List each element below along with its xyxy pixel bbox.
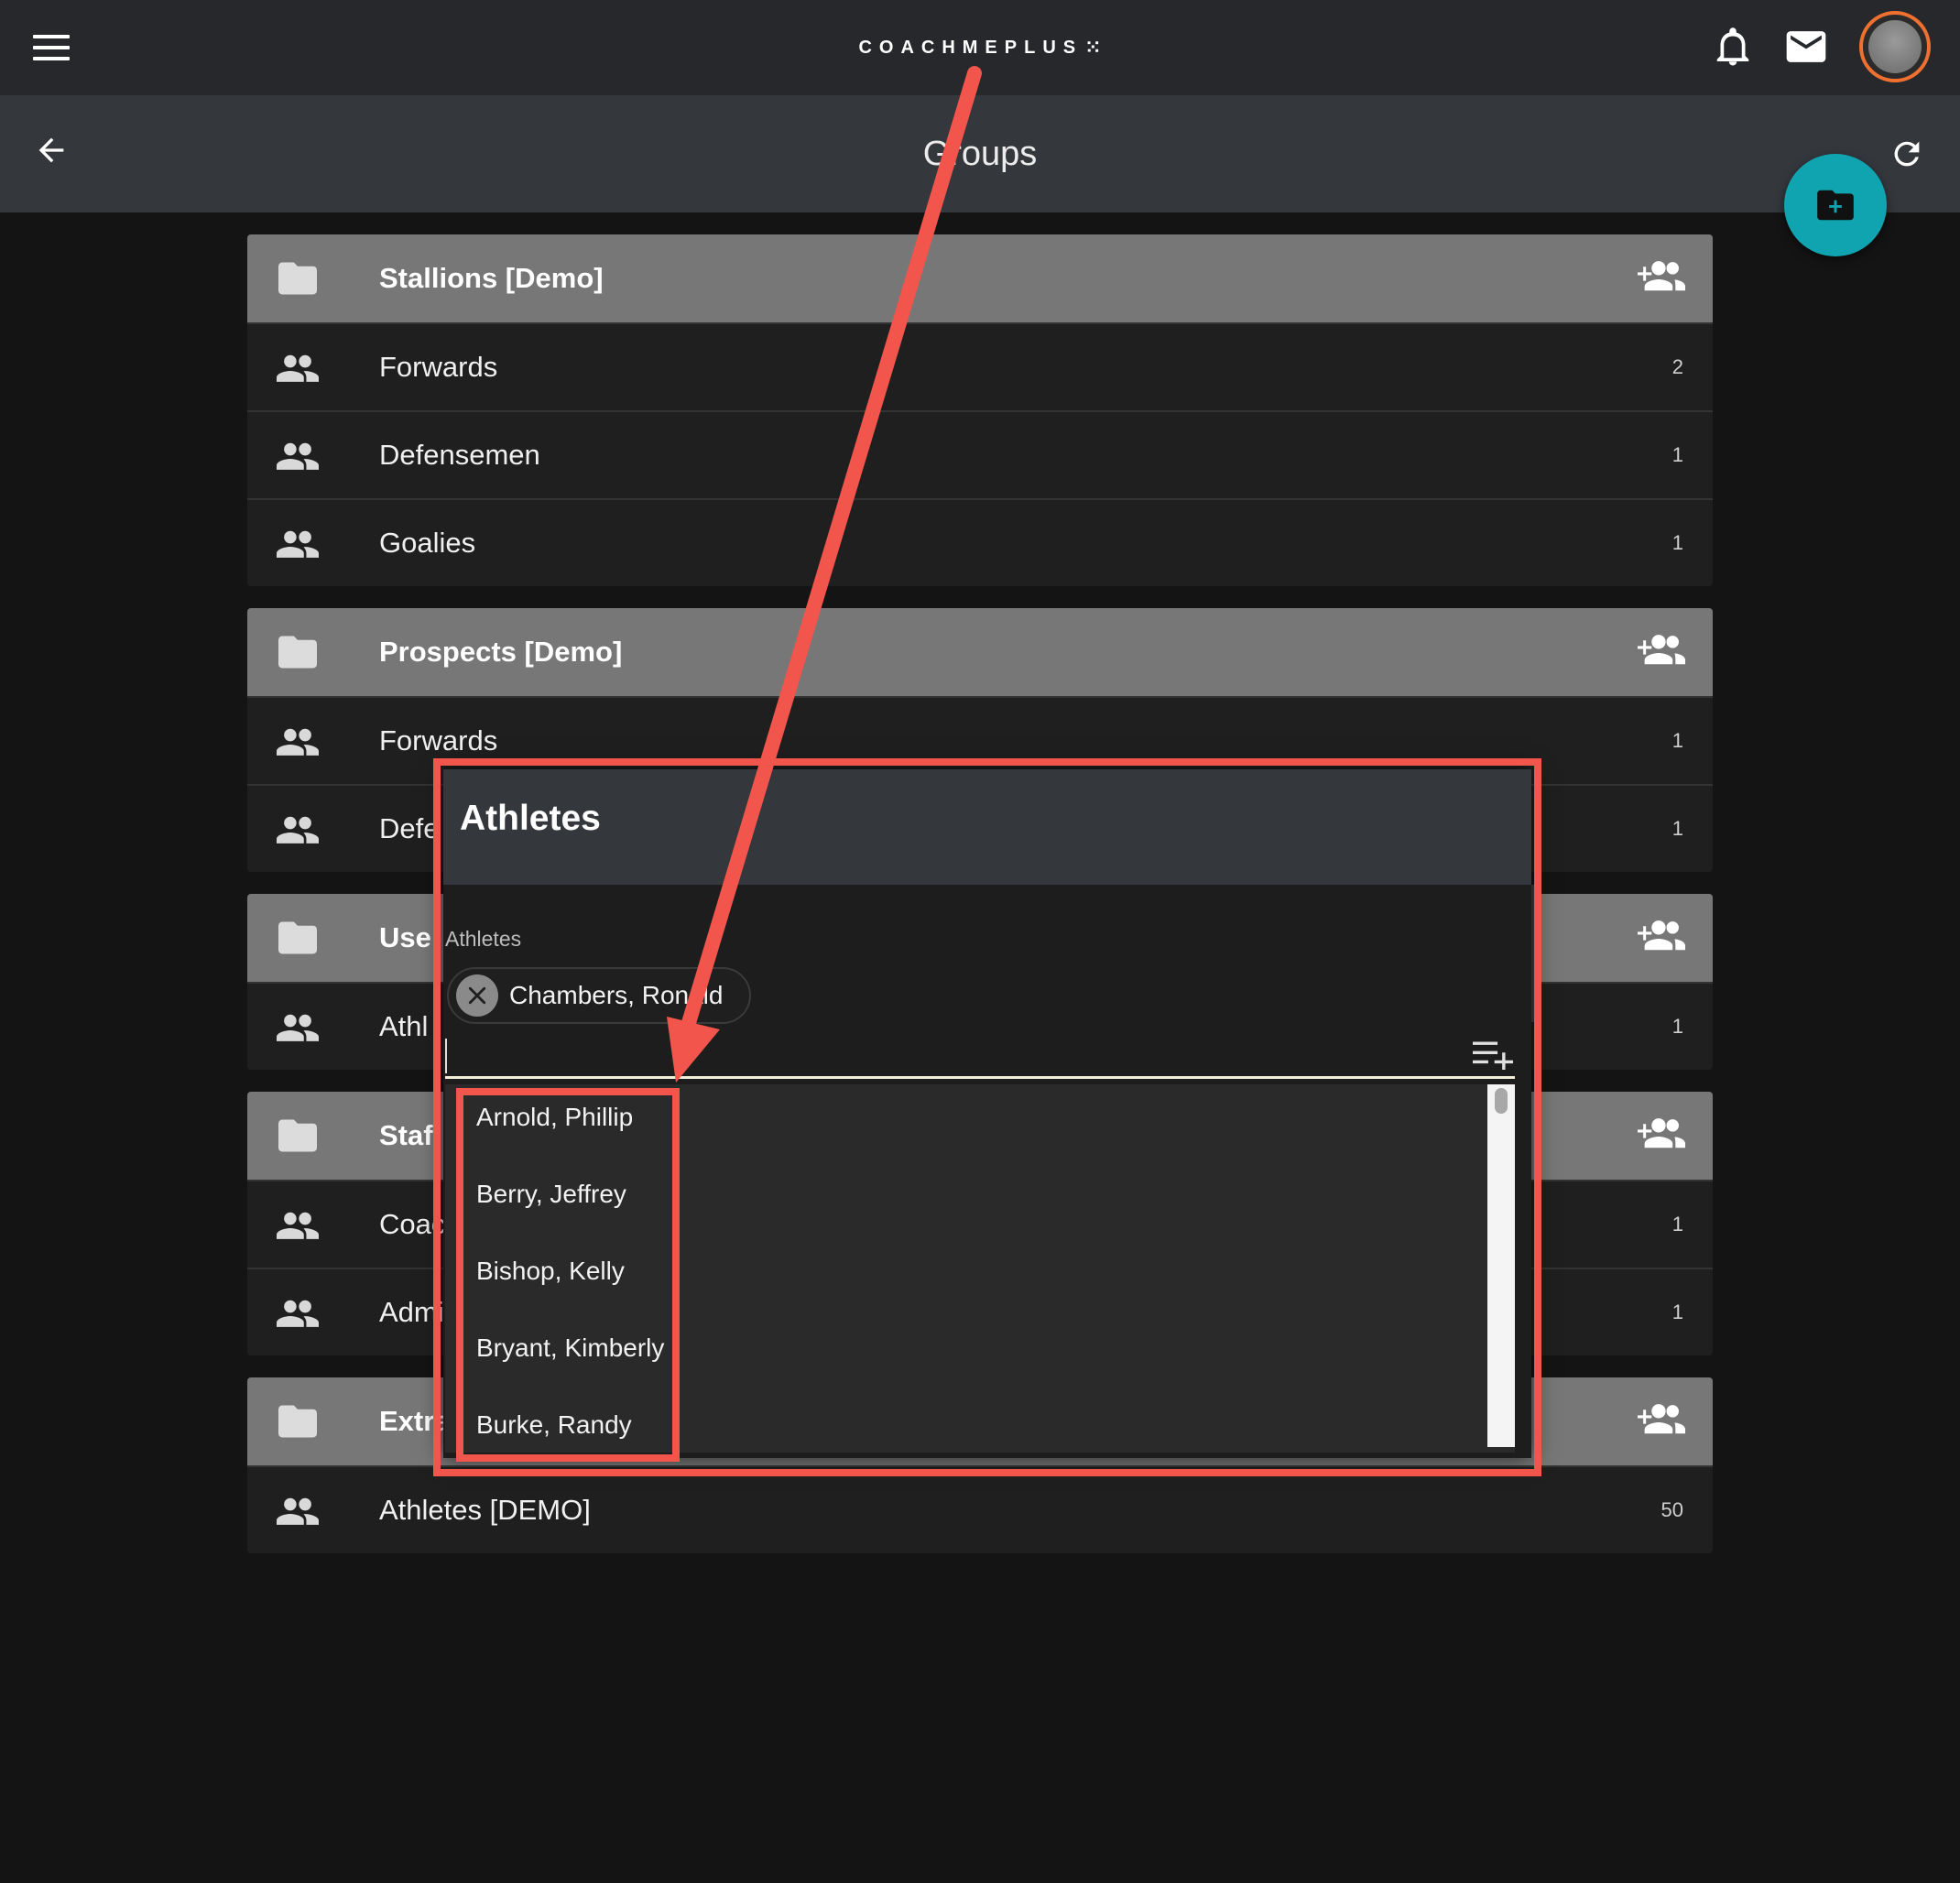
dropdown-option[interactable]: Bishop, Kelly: [476, 1253, 625, 1290]
arrow-back-icon[interactable]: [33, 132, 70, 169]
subgroup-name: Goalies: [379, 527, 476, 559]
group-card: Stallions [Demo] Forwards 2 Defensemen 1…: [247, 234, 1713, 586]
subgroup-count: 2: [1671, 355, 1683, 378]
people-icon: [277, 530, 319, 558]
group-add-icon[interactable]: [1638, 632, 1685, 669]
playlist-add-icon[interactable]: [1473, 1039, 1513, 1070]
dialog-title: Athletes: [460, 799, 601, 838]
brand-mark: ⁙: [1084, 36, 1102, 59]
subgroup-count: 1: [1671, 817, 1683, 840]
create-folder-icon: [1817, 190, 1854, 221]
page-header: Groups: [0, 95, 1960, 212]
people-icon: [277, 354, 319, 382]
dropdown-option[interactable]: Bryant, Kimberly: [476, 1330, 664, 1366]
dropdown-option[interactable]: Burke, Randy: [476, 1407, 632, 1443]
subgroup-row[interactable]: Athletes [DEMO] 50: [247, 1465, 1713, 1553]
athletes-field-label: Athletes: [445, 927, 522, 951]
dropdown-option[interactable]: Arnold, Phillip: [476, 1099, 633, 1136]
chip-remove-button[interactable]: [456, 974, 498, 1017]
people-icon: [277, 1300, 319, 1327]
people-icon: [277, 1497, 319, 1525]
people-icon: [277, 1014, 319, 1041]
people-icon: [277, 1212, 319, 1239]
refresh-icon[interactable]: [1889, 136, 1925, 172]
people-icon: [277, 728, 319, 756]
text-caret: [445, 1039, 447, 1073]
group-add-icon[interactable]: [1638, 918, 1685, 954]
folder-icon: [278, 262, 317, 295]
user-avatar[interactable]: [1859, 11, 1931, 82]
folder-icon: [278, 921, 317, 954]
subgroup-name: Defensemen: [379, 439, 540, 471]
subgroup-count: 1: [1671, 443, 1683, 466]
hamburger-menu-icon[interactable]: [33, 35, 70, 60]
subgroup-name: Athl: [379, 1010, 429, 1042]
subgroup-name: Forwards: [379, 351, 498, 383]
subgroup-count: 1: [1671, 1015, 1683, 1038]
bell-icon[interactable]: [1716, 27, 1749, 68]
subgroup-row[interactable]: Defensemen 1: [247, 410, 1713, 498]
subgroup-name: Athletes [DEMO]: [379, 1494, 591, 1526]
group-add-icon[interactable]: [1638, 1401, 1685, 1438]
folder-icon: [278, 636, 317, 669]
subgroup-name: Admi: [379, 1296, 444, 1328]
subgroup-count: 1: [1671, 1301, 1683, 1323]
folder-icon: [278, 1405, 317, 1438]
group-add-icon[interactable]: [1638, 258, 1685, 295]
athletes-dialog: Athletes Athletes Chambers, Ronald Arnol…: [443, 769, 1541, 1458]
page-title: Groups: [922, 135, 1038, 173]
dropdown-option[interactable]: Berry, Jeffrey: [476, 1176, 626, 1213]
group-title: Extra: [379, 1405, 451, 1437]
group-add-icon[interactable]: [1638, 1116, 1685, 1152]
mail-icon[interactable]: [1786, 31, 1826, 62]
people-icon: [277, 442, 319, 470]
subgroup-count: 1: [1671, 1213, 1683, 1235]
brand-name: COACHMEPLUS: [858, 37, 1083, 58]
folder-icon: [278, 1119, 317, 1152]
subgroup-row[interactable]: Goalies 1: [247, 498, 1713, 586]
create-folder-button[interactable]: [1784, 154, 1887, 256]
group-title: Staf: [379, 1119, 433, 1151]
close-icon: [468, 986, 486, 1005]
athletes-search-input[interactable]: [445, 1035, 1515, 1079]
subgroup-count: 50: [1661, 1498, 1683, 1521]
dropdown-scrollbar[interactable]: [1487, 1084, 1515, 1447]
group-title: Stallions [Demo]: [379, 262, 604, 294]
top-app-bar: COACHMEPLUS ⁙: [0, 0, 1960, 95]
subgroup-name: Forwards: [379, 724, 498, 756]
scroll-thumb[interactable]: [1495, 1088, 1508, 1114]
group-header[interactable]: Stallions [Demo]: [247, 234, 1713, 322]
group-header[interactable]: Prospects [Demo]: [247, 608, 1713, 696]
group-title: Prospects [Demo]: [379, 636, 623, 668]
subgroup-count: 1: [1671, 531, 1683, 554]
selected-athlete-chip: Chambers, Ronald: [447, 967, 751, 1024]
people-icon: [277, 816, 319, 844]
dialog-header: Athletes: [443, 769, 1531, 885]
subgroup-name: Coac: [379, 1208, 446, 1240]
chip-label: Chambers, Ronald: [509, 981, 724, 1009]
subgroup-row[interactable]: Forwards 2: [247, 322, 1713, 410]
subgroup-count: 1: [1671, 729, 1683, 752]
athletes-dropdown: Arnold, Phillip Berry, Jeffrey Bishop, K…: [445, 1084, 1515, 1453]
subgroup-name: Defe: [379, 812, 440, 844]
dialog-scroll-edge: [1531, 885, 1541, 1022]
group-title: Use: [379, 921, 431, 953]
brand-logo: COACHMEPLUS ⁙: [843, 31, 1117, 64]
